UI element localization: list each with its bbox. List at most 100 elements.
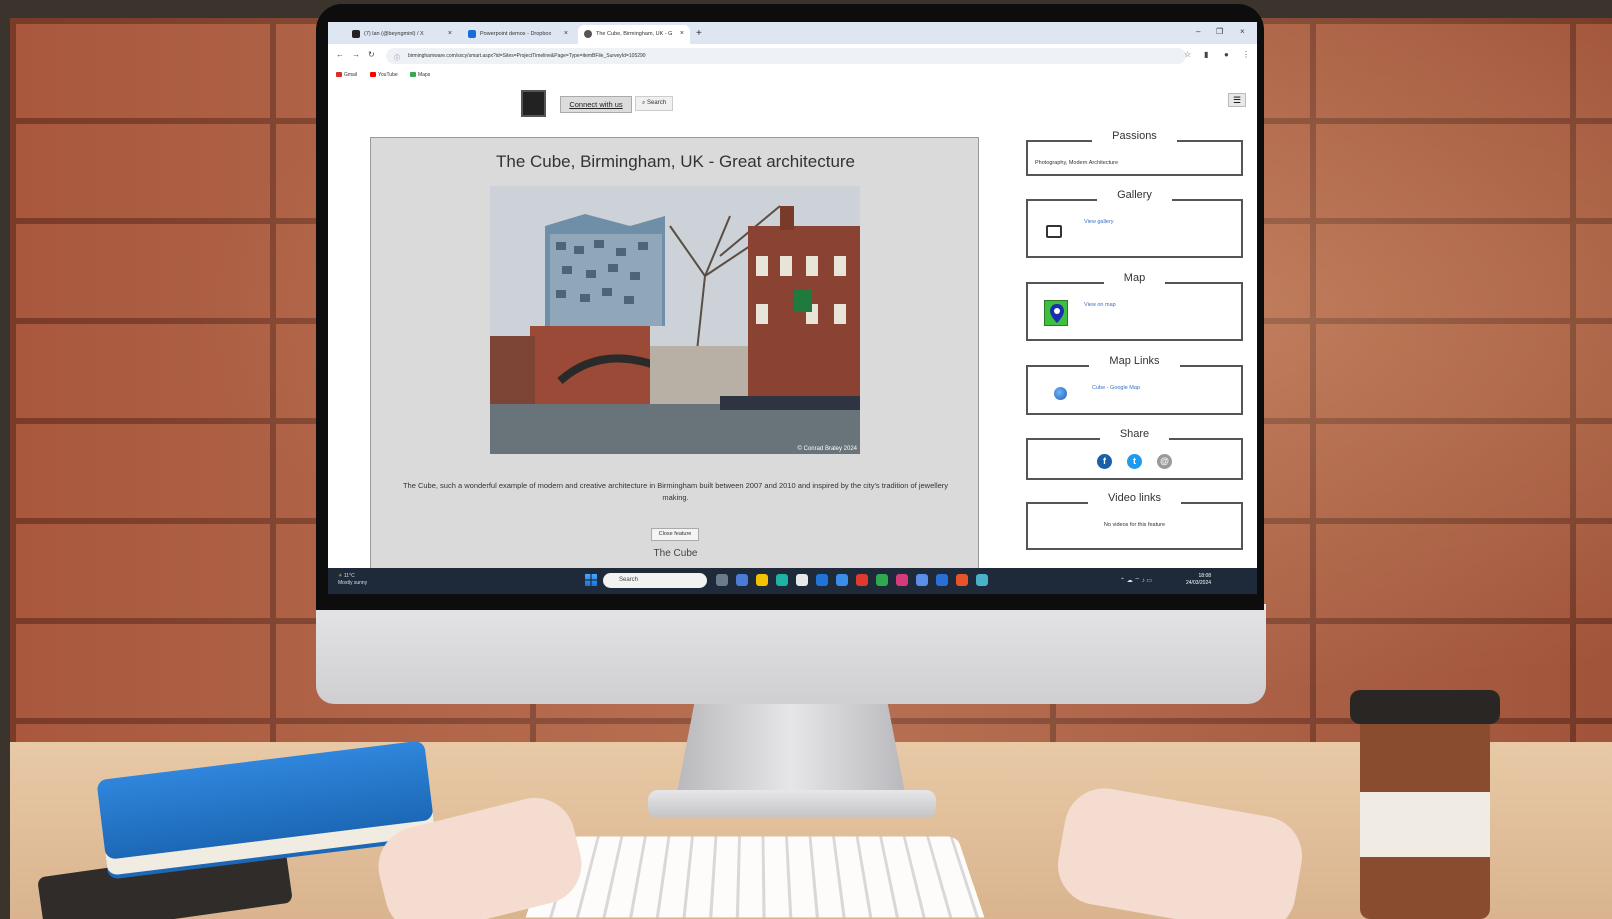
weather-text: 11°C Mostly sunny — [338, 573, 368, 586]
cup-lid — [1350, 690, 1500, 724]
share-box: Share f t @ — [1026, 428, 1243, 480]
dropbox-icon — [468, 30, 476, 38]
connect-button[interactable]: Connect with us — [560, 96, 632, 113]
sidepanel-icon[interactable]: ▮ — [1204, 50, 1208, 59]
globe-icon — [1054, 387, 1067, 400]
map-links-title: Map Links — [1028, 355, 1241, 367]
tab-label: Powerpoint demos - Dropbox — [480, 31, 552, 37]
taskbar-clock[interactable]: 18:08 24/03/2024 — [1186, 573, 1211, 587]
site-logo[interactable] — [521, 90, 546, 117]
bookmark-maps[interactable]: Maps — [410, 72, 430, 78]
email-icon[interactable]: @ — [1157, 454, 1172, 469]
wifi-icon: ⌔ — [1134, 578, 1141, 584]
forward-icon[interactable]: → — [352, 50, 360, 59]
profile-icon[interactable]: ● — [1224, 50, 1229, 59]
bookmark-label: YouTube — [378, 72, 398, 78]
video-links-title: Video links — [1028, 492, 1241, 504]
close-icon[interactable]: × — [448, 30, 452, 37]
x-icon — [352, 30, 360, 38]
bookmark-label: Maps — [418, 72, 431, 78]
word-icon[interactable] — [936, 574, 948, 586]
feature-panel: The Cube, Birmingham, UK - Great archite… — [370, 137, 979, 577]
close-feature-button[interactable]: Close feature — [651, 528, 699, 541]
tab-label: (7) lan (@beyngminl) / X — [364, 31, 424, 37]
map-links-box: Map Links Cube - Google Map — [1026, 355, 1243, 415]
search-button[interactable]: ⌕ Search — [635, 96, 673, 111]
app-icon[interactable] — [896, 574, 908, 586]
maps-icon — [410, 72, 416, 77]
back-icon[interactable]: ← — [336, 50, 344, 59]
tab-label: The Cube, Birmingham, UK - G — [596, 31, 673, 37]
browser-app-icon[interactable] — [976, 574, 988, 586]
new-tab-icon[interactable]: + — [696, 28, 702, 39]
photo-credit: © Conrad Braley 2024 — [797, 446, 857, 452]
feature-photo: © Conrad Braley 2024 — [490, 186, 860, 454]
passions-box: Passions Photography, Modern Architectur… — [1026, 130, 1243, 176]
powerpoint-icon[interactable] — [956, 574, 968, 586]
teams-icon[interactable] — [916, 574, 928, 586]
gallery-icon — [1046, 225, 1062, 238]
keyboard — [525, 836, 985, 918]
tray-chevron-icon[interactable]: ⌃ — [1120, 578, 1125, 584]
taskbar-search[interactable]: Search — [603, 573, 707, 588]
facebook-icon[interactable]: f — [1097, 454, 1112, 469]
twitter-icon[interactable]: t — [1127, 454, 1142, 469]
video-links-box: Video links No videos for this feature — [1026, 492, 1243, 550]
battery-icon: ▭ — [1146, 578, 1153, 584]
youtube-icon — [370, 72, 376, 77]
reload-icon[interactable]: ↻ — [368, 50, 375, 59]
browser-tab-1[interactable]: (7) lan (@beyngminl) / X × — [346, 25, 458, 44]
bookmark-youtube[interactable]: YouTube — [370, 72, 398, 78]
url-field[interactable]: birminghamware.com/sxcy/smart.aspx?id=Si… — [386, 48, 1186, 64]
monitor-stand-base — [648, 790, 936, 818]
search-label: Search — [647, 100, 667, 106]
widgets-icon[interactable] — [736, 574, 748, 586]
clock-time: 18:08 — [1198, 573, 1212, 579]
hamburger-menu-icon[interactable]: ☰ — [1228, 93, 1246, 107]
browser-tab-2[interactable]: Powerpoint demos - Dropbox × — [462, 25, 574, 44]
close-icon[interactable]: × — [564, 30, 568, 37]
store-icon[interactable] — [796, 574, 808, 586]
web-page: Connect with us ⌕ Search ☰ The Cube, Bir… — [328, 82, 1257, 577]
gallery-title: Gallery — [1028, 189, 1241, 201]
task-view-icon[interactable] — [716, 574, 728, 586]
feature-title: The Cube, Birmingham, UK - Great archite… — [495, 152, 856, 171]
google-map-link[interactable]: Cube - Google Map — [1092, 385, 1140, 391]
browser-tab-3[interactable]: The Cube, Birmingham, UK - G × — [578, 25, 690, 44]
gmail-icon — [336, 72, 342, 77]
dropbox-app-icon[interactable] — [836, 574, 848, 586]
cloud-icon: ☁ — [1126, 578, 1133, 584]
apple-logo-icon — [765, 622, 815, 680]
bookmark-star-icon[interactable]: ☆ — [1184, 50, 1191, 59]
mail-icon[interactable] — [816, 574, 828, 586]
edge-icon[interactable] — [776, 574, 788, 586]
close-icon[interactable]: × — [680, 30, 684, 37]
file-explorer-icon[interactable] — [756, 574, 768, 586]
volume-icon: ♪ — [1141, 578, 1145, 584]
minimize-icon[interactable]: – — [1196, 27, 1200, 36]
feature-name: The Cube — [653, 548, 698, 559]
system-tray[interactable]: ⌃ ☁ ⌔ ♪ ▭ — [1120, 576, 1152, 584]
feature-description: The Cube, such a wonderful example of mo… — [402, 481, 949, 502]
windows-taskbar: ☀ 11°C Mostly sunny Search ⌃ ☁ ⌔ ♪ ▭ 18:… — [328, 568, 1257, 594]
weather-widget[interactable]: ☀ 11°C Mostly sunny — [338, 573, 367, 587]
bookmark-gmail[interactable]: Gmail — [336, 72, 357, 78]
globe-icon — [584, 30, 592, 38]
taskbar-search-placeholder: Search — [619, 577, 639, 583]
bookmark-label: Gmail — [344, 72, 358, 78]
view-on-map-link[interactable]: View on map — [1084, 302, 1116, 308]
restore-icon[interactable]: ❐ — [1216, 27, 1223, 36]
start-icon[interactable] — [585, 574, 597, 586]
coffee-cup — [1350, 690, 1500, 919]
share-title: Share — [1028, 428, 1241, 440]
screen: (7) lan (@beyngminl) / X × Powerpoint de… — [328, 22, 1257, 594]
browser-tab-bar: (7) lan (@beyngminl) / X × Powerpoint de… — [328, 22, 1257, 44]
chrome-icon[interactable] — [876, 574, 888, 586]
cup-body — [1360, 722, 1490, 919]
site-info-icon[interactable]: ⓘ — [394, 53, 400, 62]
office-icon[interactable] — [856, 574, 868, 586]
weather-icon: ☀ — [338, 573, 343, 579]
window-close-icon[interactable]: × — [1240, 27, 1245, 36]
view-gallery-link[interactable]: View gallery — [1084, 219, 1114, 225]
menu-dots-icon[interactable]: ⋮ — [1242, 50, 1250, 59]
